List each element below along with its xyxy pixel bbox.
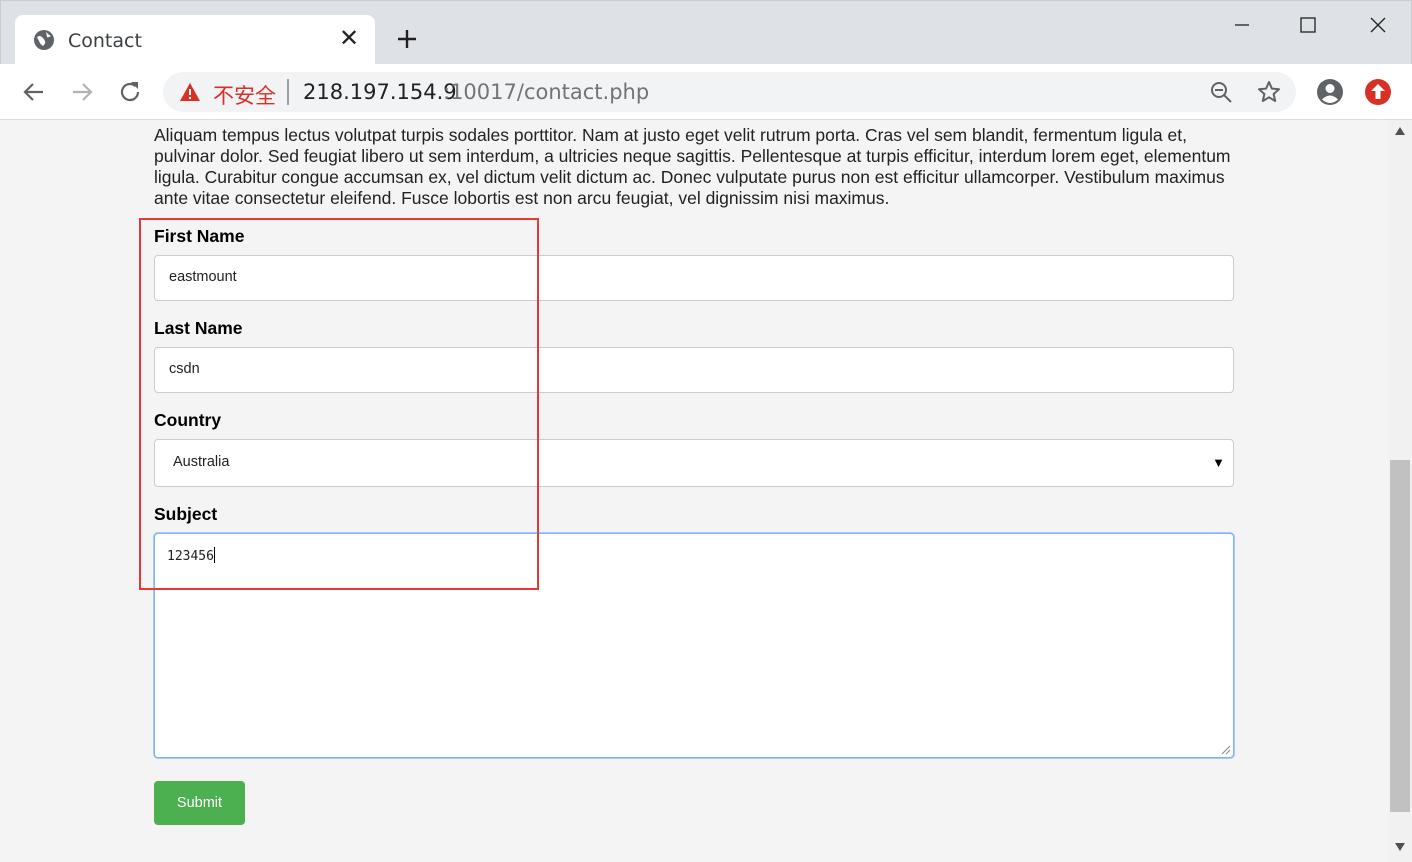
window-maximize-icon[interactable] [1293,11,1323,39]
annotation-highlight-box [139,218,539,590]
address-bar[interactable]: 不安全 218.197.154.9 :10017/contact.php [163,72,1296,112]
tab-contact[interactable]: Contact ✕ [15,15,375,66]
page-scrollbar[interactable] [1388,120,1412,862]
bookmark-star-icon[interactable] [1257,80,1281,104]
page-viewport: Aliquam tempus lectus volutpat turpis so… [0,120,1388,862]
tab-close-icon[interactable]: ✕ [337,27,361,52]
window-minimize-icon[interactable] [1227,11,1257,39]
intro-paragraph: Aliquam tempus lectus volutpat turpis so… [154,125,1231,208]
address-separator [287,79,289,105]
profile-avatar-icon[interactable] [1316,78,1344,106]
scrollbar-thumb[interactable] [1390,460,1410,812]
reload-icon[interactable] [116,78,144,106]
scroll-up-arrow-icon[interactable] [1394,126,1406,136]
submit-button[interactable]: Submit [154,781,245,825]
browser-titlebar: Contact ✕ [0,0,1412,66]
back-arrow-icon[interactable] [20,78,48,106]
security-status-label[interactable]: 不安全 [213,80,276,110]
browser-toolbar: 不安全 218.197.154.9 :10017/contact.php [0,64,1412,120]
new-tab-plus-icon[interactable] [393,25,421,53]
scroll-down-arrow-icon[interactable] [1394,842,1406,852]
tab-title: Contact [68,30,142,52]
url-host: 218.197.154.9 [303,80,457,104]
window-close-icon[interactable] [1363,11,1393,39]
zoom-out-icon[interactable] [1209,80,1233,104]
forward-arrow-icon[interactable] [68,78,96,106]
globe-icon [34,30,54,50]
resize-handle-icon[interactable] [1219,743,1231,755]
chevron-down-icon: ▼ [1212,455,1225,470]
update-arrow-icon[interactable] [1364,78,1392,106]
url-path: :10017/contact.php [443,80,650,104]
warning-triangle-icon [180,83,200,101]
